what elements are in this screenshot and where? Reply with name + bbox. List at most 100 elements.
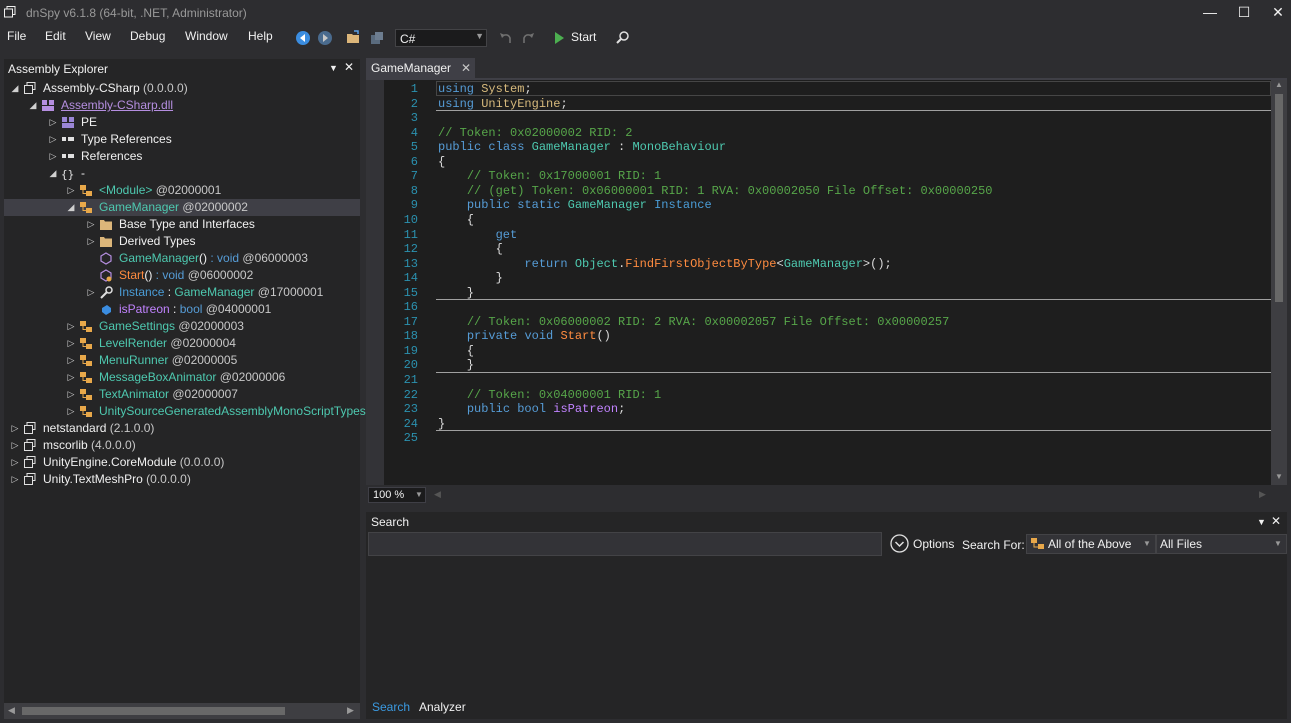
tree-node[interactable]: ◢{} - <box>4 165 360 182</box>
code-line[interactable]: 23 public bool isPatreon; <box>366 402 1271 416</box>
search-for-select[interactable]: All of the Above ▼ <box>1026 534 1156 554</box>
options-label[interactable]: Options <box>913 537 954 551</box>
code-editor[interactable]: 1 using System; 2 using UnityEngine; 3 4// To… <box>366 80 1271 485</box>
panel-menu-icon[interactable]: ▼ <box>329 63 338 73</box>
tree-node[interactable]: ◢ Assembly-CSharp.dll <box>4 97 360 114</box>
menu-view[interactable]: View <box>85 29 111 43</box>
close-panel-icon[interactable]: ✕ <box>344 60 354 74</box>
code-line[interactable]: 12 { <box>366 242 1271 256</box>
code-line[interactable]: 8 // (get) Token: 0x06000001 RID: 1 RVA:… <box>366 184 1271 198</box>
collapsed-arrow-icon[interactable]: ▷ <box>66 182 76 199</box>
collapsed-arrow-icon[interactable]: ▷ <box>66 369 76 386</box>
collapsed-arrow-icon[interactable]: ▷ <box>66 403 76 420</box>
collapsed-arrow-icon[interactable]: ▷ <box>10 471 20 488</box>
tab-search[interactable]: Search <box>372 700 410 714</box>
tree-node[interactable]: ▷ netstandard (2.1.0.0) <box>4 420 360 437</box>
search-scope-select[interactable]: All Files ▼ <box>1156 534 1287 554</box>
collapsed-arrow-icon[interactable]: ▷ <box>10 454 20 471</box>
menu-window[interactable]: Window <box>185 29 228 43</box>
menu-edit[interactable]: Edit <box>45 29 66 43</box>
expanded-arrow-icon[interactable]: ◢ <box>48 165 58 182</box>
scroll-left-icon[interactable]: ◀ <box>8 705 15 716</box>
code-line[interactable]: 14 } <box>366 271 1271 285</box>
menu-debug[interactable]: Debug <box>130 29 165 43</box>
code-line[interactable]: 21 <box>366 373 1271 387</box>
code-line[interactable]: 10 { <box>366 213 1271 227</box>
collapsed-arrow-icon[interactable]: ▷ <box>48 114 58 131</box>
tab-gamemanager[interactable]: GameManager ✕ <box>366 58 476 78</box>
tree-node[interactable]: ▷ MessageBoxAnimator @02000006 <box>4 369 360 386</box>
tree-node[interactable]: GameManager() : void @06000003 <box>4 250 360 267</box>
tree-node[interactable]: ◢ Assembly-CSharp (0.0.0.0) <box>4 80 360 97</box>
scroll-right-icon[interactable]: ▶ <box>347 705 354 716</box>
search-input[interactable] <box>368 532 882 556</box>
tree-node[interactable]: ▷ Derived Types <box>4 233 360 250</box>
scroll-right-icon[interactable]: ▶ <box>1259 489 1266 500</box>
collapsed-arrow-icon[interactable]: ▷ <box>10 437 20 454</box>
tree-node[interactable]: ▷ LevelRender @02000004 <box>4 335 360 352</box>
code-line[interactable]: 6{ <box>366 155 1271 169</box>
minimize-button[interactable]: — <box>1193 0 1227 26</box>
code-line[interactable]: 3 <box>366 111 1271 125</box>
close-tab-icon[interactable]: ✕ <box>461 58 471 78</box>
code-line[interactable]: 13 return Object.FindFirstObjectByType<G… <box>366 257 1271 271</box>
scrollbar-thumb[interactable] <box>1275 94 1283 302</box>
collapsed-arrow-icon[interactable]: ▷ <box>66 386 76 403</box>
tree-node[interactable]: ▷ PE <box>4 114 360 131</box>
collapsed-arrow-icon[interactable]: ▷ <box>86 216 96 233</box>
expanded-arrow-icon[interactable]: ◢ <box>28 97 38 114</box>
code-line[interactable]: 7 // Token: 0x17000001 RID: 1 <box>366 169 1271 183</box>
scroll-down-icon[interactable]: ▼ <box>1275 472 1283 481</box>
navigate-forward-icon[interactable] <box>317 30 333 46</box>
tree-node[interactable]: ▷ Unity.TextMeshPro (0.0.0.0) <box>4 471 360 488</box>
code-line[interactable]: 18 private void Start() <box>366 329 1271 343</box>
editor-vertical-scrollbar[interactable]: ▲ ▼ <box>1271 80 1287 485</box>
explorer-horizontal-scrollbar[interactable]: ◀ ▶ <box>4 703 360 719</box>
undo-icon[interactable] <box>498 30 514 46</box>
tree-node[interactable]: ▷ Base Type and Interfaces <box>4 216 360 233</box>
tree-node[interactable]: Start() : void @06000002 <box>4 267 360 284</box>
open-file-icon[interactable] <box>346 30 362 46</box>
menu-file[interactable]: File <box>7 29 26 43</box>
code-line[interactable]: 4 // Token: 0x02000002 RID: 2 <box>366 126 1271 140</box>
tree-node[interactable]: ▷ UnitySourceGeneratedAssemblyMonoScriptT… <box>4 403 366 420</box>
tree-node[interactable]: ▷ References <box>4 148 360 165</box>
maximize-button[interactable]: ☐ <box>1227 0 1261 26</box>
tree-node[interactable]: ▷ Type References <box>4 131 360 148</box>
scroll-left-icon[interactable]: ◀ <box>434 489 441 500</box>
code-line[interactable]: 22 // Token: 0x04000001 RID: 1 <box>366 388 1271 402</box>
search-icon[interactable] <box>615 30 631 46</box>
panel-menu-icon[interactable]: ▼ <box>1257 517 1266 527</box>
code-line[interactable]: 25 <box>366 431 1271 445</box>
navigate-back-icon[interactable] <box>295 30 311 46</box>
collapsed-arrow-icon[interactable]: ▷ <box>86 284 96 301</box>
close-button[interactable]: ✕ <box>1261 0 1291 26</box>
tree-node[interactable]: ▷ Instance : GameManager @17000001 <box>4 284 360 301</box>
close-panel-icon[interactable]: ✕ <box>1271 514 1281 528</box>
code-line[interactable]: 20 } <box>366 358 1271 372</box>
code-line[interactable]: 16 <box>366 300 1271 314</box>
scroll-up-icon[interactable]: ▲ <box>1275 80 1283 89</box>
tree-node[interactable]: ▷ UnityEngine.CoreModule (0.0.0.0) <box>4 454 360 471</box>
tab-analyzer[interactable]: Analyzer <box>419 700 466 714</box>
code-line[interactable]: 5 public class GameManager : MonoBehaviou… <box>366 140 1271 154</box>
tree-node[interactable]: isPatreon : bool @04000001 <box>4 301 360 318</box>
collapsed-arrow-icon[interactable]: ▷ <box>66 318 76 335</box>
open-list-icon[interactable] <box>369 30 385 46</box>
collapsed-arrow-icon[interactable]: ▷ <box>48 148 58 165</box>
tree-node[interactable]: ▷ TextAnimator @02000007 <box>4 386 360 403</box>
collapsed-arrow-icon[interactable]: ▷ <box>66 352 76 369</box>
code-line[interactable]: 9 public static GameManager Instance <box>366 198 1271 212</box>
code-line[interactable]: 11 get <box>366 228 1271 242</box>
code-line[interactable]: 2 using UnityEngine; <box>366 97 1271 111</box>
tree-node[interactable]: ◢ GameManager @02000002 <box>4 199 360 216</box>
collapsed-arrow-icon[interactable]: ▷ <box>86 233 96 250</box>
code-line[interactable]: 15 } <box>366 286 1271 300</box>
code-line[interactable]: 24} <box>366 417 1271 431</box>
scrollbar-thumb[interactable] <box>22 707 285 715</box>
collapsed-arrow-icon[interactable]: ▷ <box>66 335 76 352</box>
options-chevron-icon[interactable] <box>890 534 909 553</box>
zoom-select[interactable]: 100 % ▼ <box>368 487 426 503</box>
code-line[interactable]: 19 { <box>366 344 1271 358</box>
language-select[interactable]: C# ▼ <box>395 29 487 47</box>
